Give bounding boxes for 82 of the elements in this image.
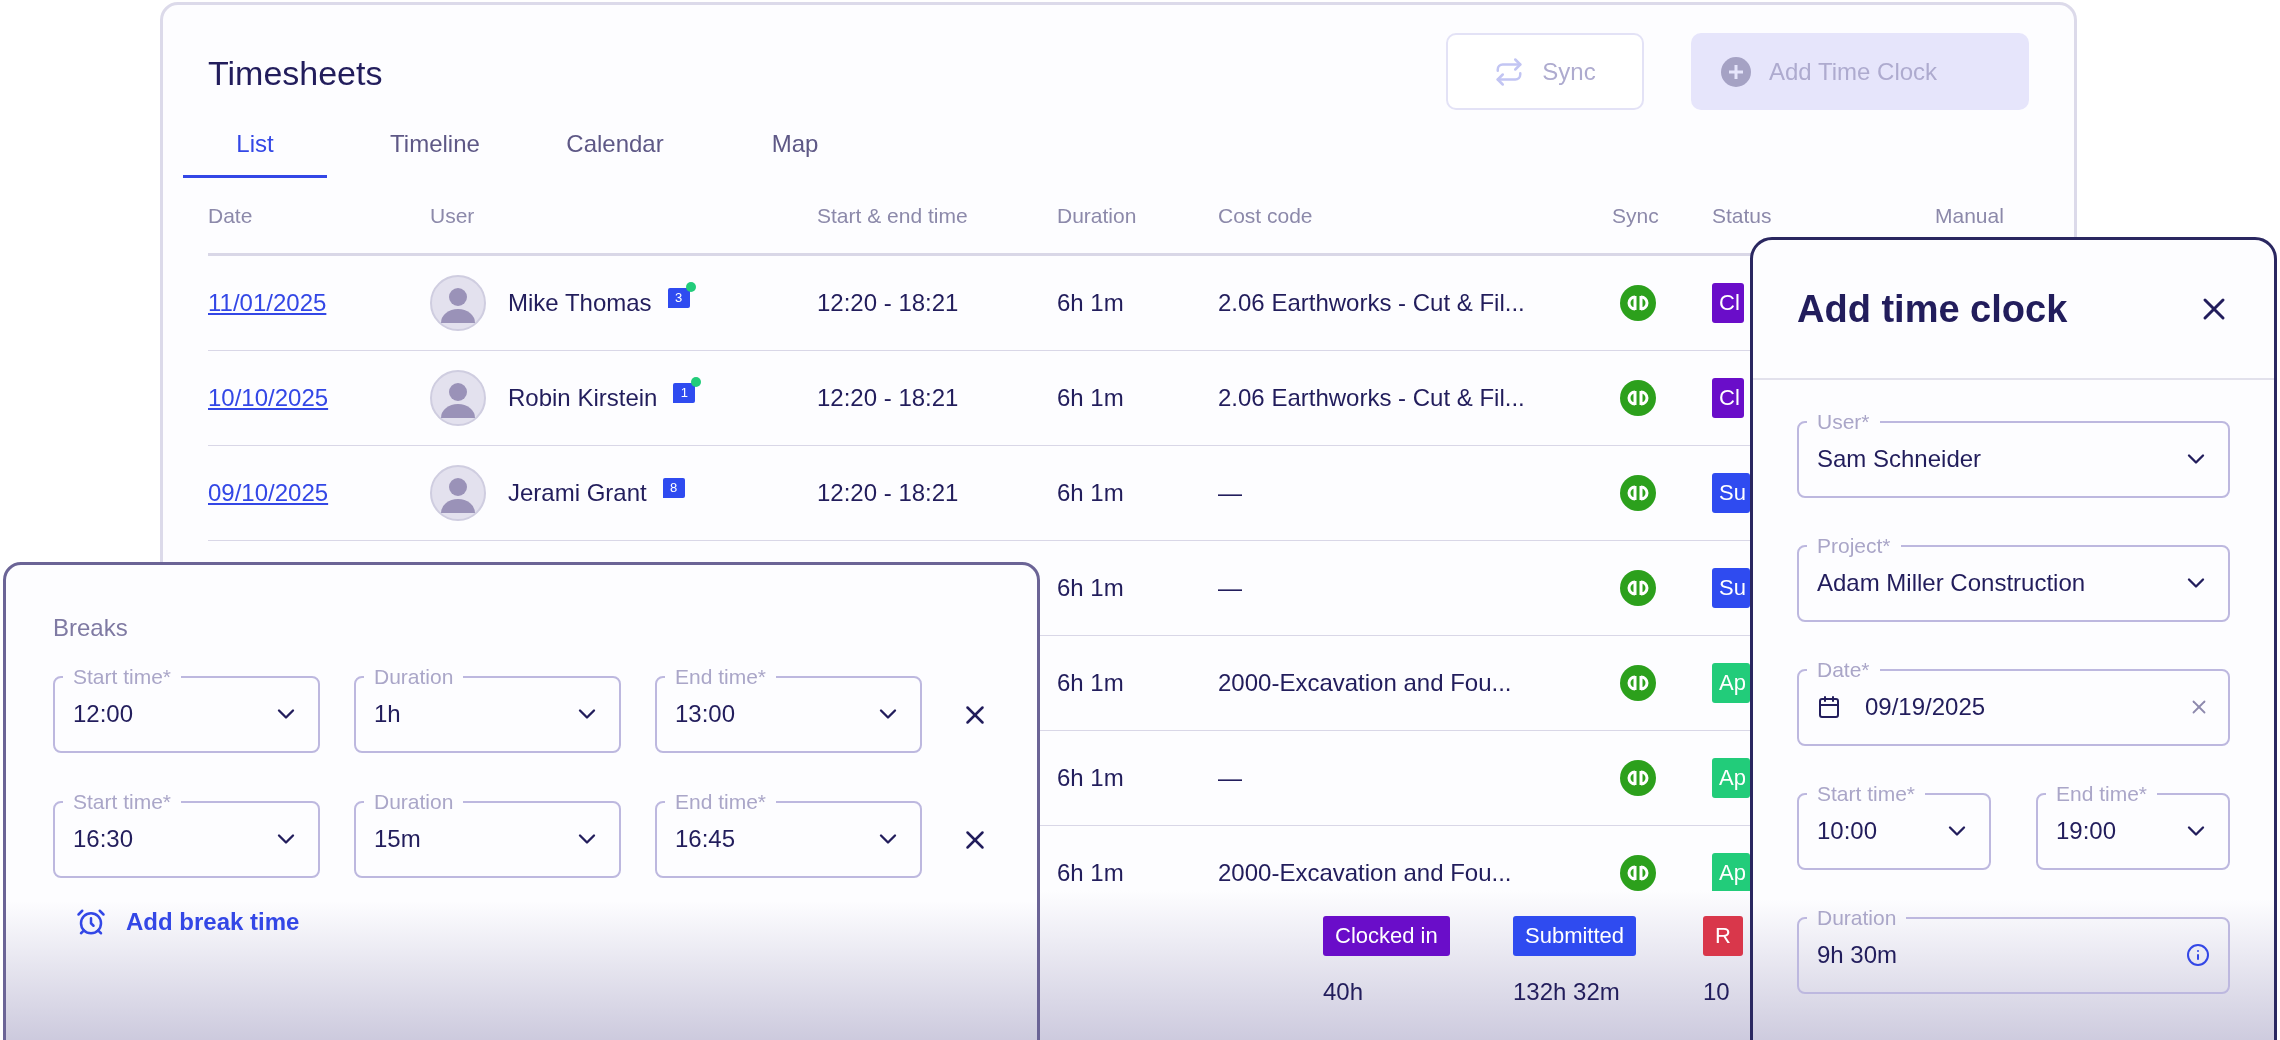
avatar-icon [430,275,486,331]
avatar-icon [430,370,486,426]
field-label: Project* [1816,533,1892,559]
status-badge: Su [1712,473,1750,513]
time-range: 12:20 - 18:21 [817,384,959,411]
date-link[interactable]: 10/10/2025 [208,384,329,411]
cost-code-cell-text: — [1218,478,1243,508]
duration-cell-text: 6h 1m [1057,573,1125,603]
status-badge: Clocked in [1323,916,1450,956]
user-name: Jerami Grant [508,478,647,508]
date-link[interactable]: 11/01/2025 [208,289,327,316]
column-header: Manual [1935,202,2005,229]
duration-cell-text: 6h 1m [1057,478,1125,508]
cost-code-cell-text: — [1218,763,1243,793]
time-range: 12:20 - 18:21 [817,479,959,506]
status-total: 10 [1703,977,1730,1007]
panel-title: Add time clock [1797,286,2068,332]
page-title: Timesheets [208,53,383,94]
duration-cell-text: 6h 1m [1057,858,1125,888]
calendar-icon [1817,694,1841,719]
field-label: Start time* [72,789,173,815]
sync-icon [1494,56,1525,87]
column-header: Cost code [1218,202,1314,229]
duration-cell-text: 6h 1m [1057,288,1125,318]
tab[interactable]: Map [723,110,867,178]
status-badge: R [1703,916,1743,956]
duration-cell-text: 6h 1m [1057,763,1125,793]
cost-code-cell-text: 2000-Excavation and Fou... [1218,858,1513,888]
user-name: Robin Kirstein [508,383,658,413]
qb-logo-icon [1620,380,1656,416]
status-badge: Ap [1712,758,1750,798]
status-badge: Submitted [1513,916,1637,956]
status-badge: Su [1712,568,1750,608]
qb-logo-icon [1620,570,1656,606]
status-total: 40h [1323,977,1364,1007]
field-label: Duration [373,789,455,815]
column-header: Date [208,202,254,229]
field-label: End time* [2055,781,2149,807]
field-label: Duration [373,664,455,690]
cost-code-cell-text: 2.06 Earthworks - Cut & Fil... [1218,288,1526,318]
comment-count-badge[interactable]: 8 [662,478,685,498]
cost-code-cell-text: — [1218,573,1243,603]
cost-code-cell-text: 2.06 Earthworks - Cut & Fil... [1218,383,1526,413]
column-header: User [430,202,476,229]
time-range: 12:20 - 18:21 [817,289,959,316]
tab[interactable]: Calendar [543,110,687,178]
field-label: End time* [674,664,768,690]
column-header: Start & end time [817,202,969,229]
comment-count-badge[interactable]: 1 [673,383,696,403]
status-badge: Cl [1712,283,1744,323]
duration-cell-text: 6h 1m [1057,668,1125,698]
column-header: Status [1712,202,1773,229]
section-title: Breaks [53,613,129,643]
status-badge: Ap [1712,853,1750,891]
plus-circle-icon [1721,56,1751,87]
field-label: Date* [1816,657,1871,683]
qb-logo-icon [1620,760,1656,796]
qb-logo-icon [1620,475,1656,511]
cost-code-cell-text: 2000-Excavation and Fou... [1218,668,1513,698]
status-total: 132h 32m [1513,977,1620,1007]
tab[interactable]: Timeline [363,110,507,178]
qb-logo-icon [1620,285,1656,321]
date-link[interactable]: 09/10/2025 [208,479,329,506]
user-name: Mike Thomas [508,288,652,318]
status-badge: Cl [1712,378,1744,418]
qb-logo-icon [1620,855,1656,891]
field-label: Start time* [1816,781,1917,807]
field-label: Start time* [72,664,173,690]
alarm-clock-icon [76,907,106,937]
column-header: Sync [1612,202,1660,229]
field-label: End time* [674,789,768,815]
status-badge: Ap [1712,663,1750,703]
field-label: User* [1816,409,1871,435]
avatar-icon [430,465,486,521]
qb-logo-icon [1620,665,1656,701]
tab[interactable]: List [183,110,327,178]
comment-count-badge[interactable]: 3 [667,288,690,308]
add-break-time-link[interactable]: Add break time [126,904,300,940]
duration-cell-text: 6h 1m [1057,383,1125,413]
column-header: Duration [1057,202,1138,229]
info-icon [2186,942,2210,967]
field-label: Duration [1816,905,1898,931]
